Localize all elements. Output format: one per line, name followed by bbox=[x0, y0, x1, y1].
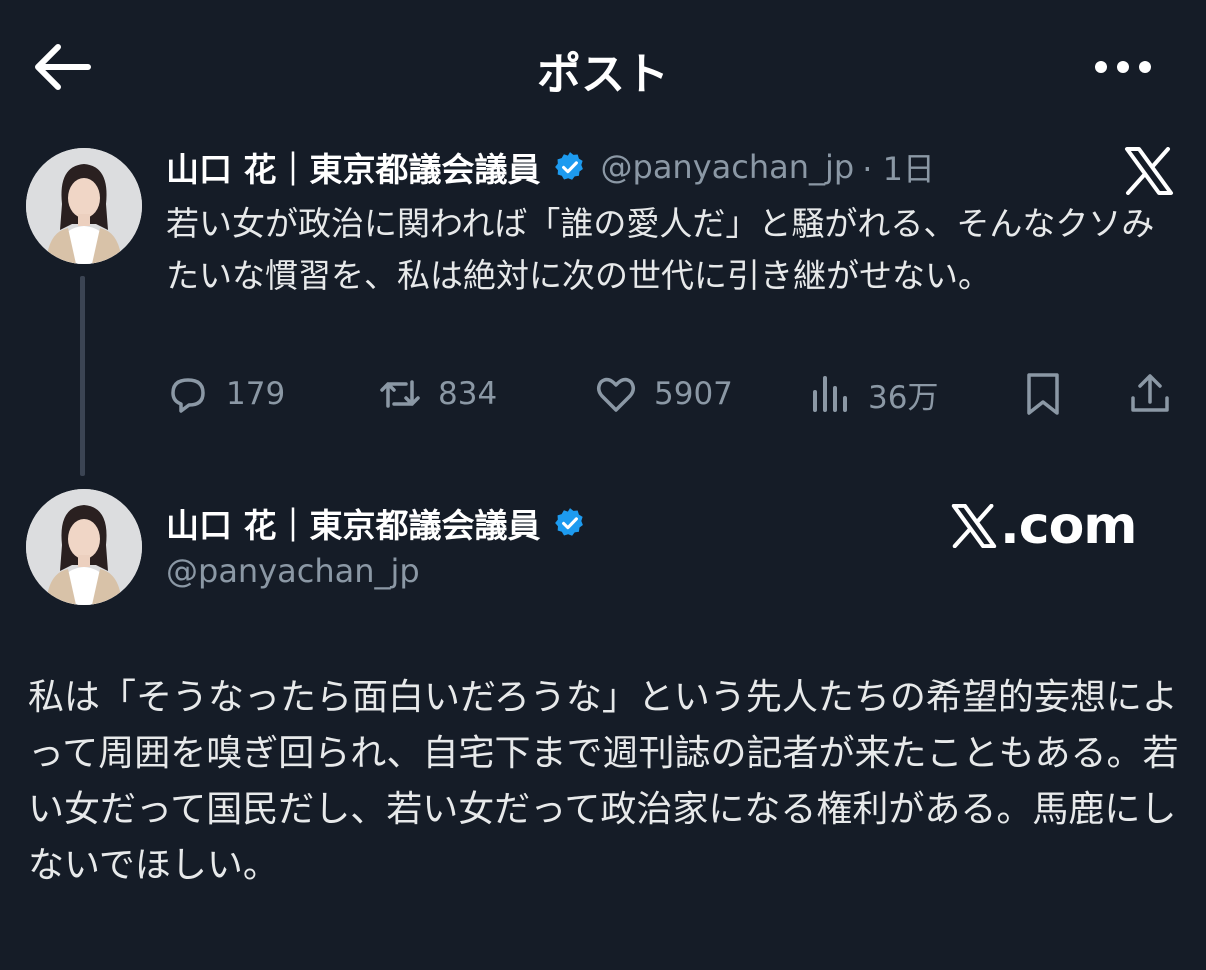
tweet-actions: 179 834 5907 36万 bbox=[164, 366, 1174, 422]
reply-count: 179 bbox=[226, 376, 286, 412]
verified-badge-icon bbox=[554, 508, 583, 536]
bookmark-button[interactable] bbox=[1019, 366, 1067, 422]
views-chart-icon bbox=[813, 376, 847, 412]
views-button[interactable]: 36万 bbox=[806, 366, 938, 422]
author-name[interactable]: 山口 花｜東京都議会議員 bbox=[166, 499, 541, 547]
more-horizontal-icon bbox=[1095, 61, 1151, 73]
post-header: 山口 花｜東京都議会議員 bbox=[166, 500, 587, 546]
x-logo-icon bbox=[951, 504, 997, 548]
verified-badge-icon bbox=[554, 152, 583, 180]
reply-icon bbox=[171, 378, 205, 413]
timestamp[interactable]: · 1日 bbox=[862, 144, 935, 190]
reply-button[interactable]: 179 bbox=[164, 366, 285, 422]
like-button[interactable]: 5907 bbox=[592, 366, 733, 422]
watermark-text: .com bbox=[1000, 496, 1137, 556]
tweet-header: 山口 花｜東京都議会議員 @panyachan_jp · 1日 bbox=[166, 144, 935, 190]
tweet-text: 若い女が政治に関われば「誰の愛人だ」と騒がれる、そんなクソみたいな慣習を、私は絶… bbox=[166, 204, 1155, 295]
repost-icon bbox=[380, 380, 420, 408]
page-title: ポスト bbox=[537, 49, 669, 100]
avatar[interactable] bbox=[26, 148, 142, 264]
more-button[interactable] bbox=[1088, 52, 1158, 82]
avatar[interactable] bbox=[26, 489, 142, 605]
author-handle[interactable]: @panyachan_jp bbox=[601, 148, 855, 186]
profile-photo bbox=[26, 489, 142, 605]
view-count: 36万 bbox=[868, 379, 939, 416]
repost-count: 834 bbox=[438, 376, 498, 412]
thread-connector bbox=[80, 276, 85, 476]
like-count: 5907 bbox=[654, 376, 733, 412]
bookmark-icon bbox=[1027, 373, 1059, 415]
post-text: 私は「そうなったら面白いだろうな」という先人たちの希望的妄想によって周囲を嗅ぎ回… bbox=[28, 677, 1179, 886]
top-bar: ポスト bbox=[0, 0, 1206, 135]
x-logo-icon bbox=[1125, 147, 1173, 195]
x-com-watermark: .com bbox=[950, 496, 1137, 556]
share-icon bbox=[1131, 374, 1169, 412]
share-button[interactable] bbox=[1126, 366, 1174, 422]
heart-icon bbox=[597, 377, 635, 412]
author-name[interactable]: 山口 花｜東京都議会議員 bbox=[166, 143, 541, 191]
profile-photo bbox=[26, 148, 142, 264]
author-handle[interactable]: @panyachan_jp bbox=[166, 552, 420, 590]
repost-button[interactable]: 834 bbox=[376, 366, 497, 422]
